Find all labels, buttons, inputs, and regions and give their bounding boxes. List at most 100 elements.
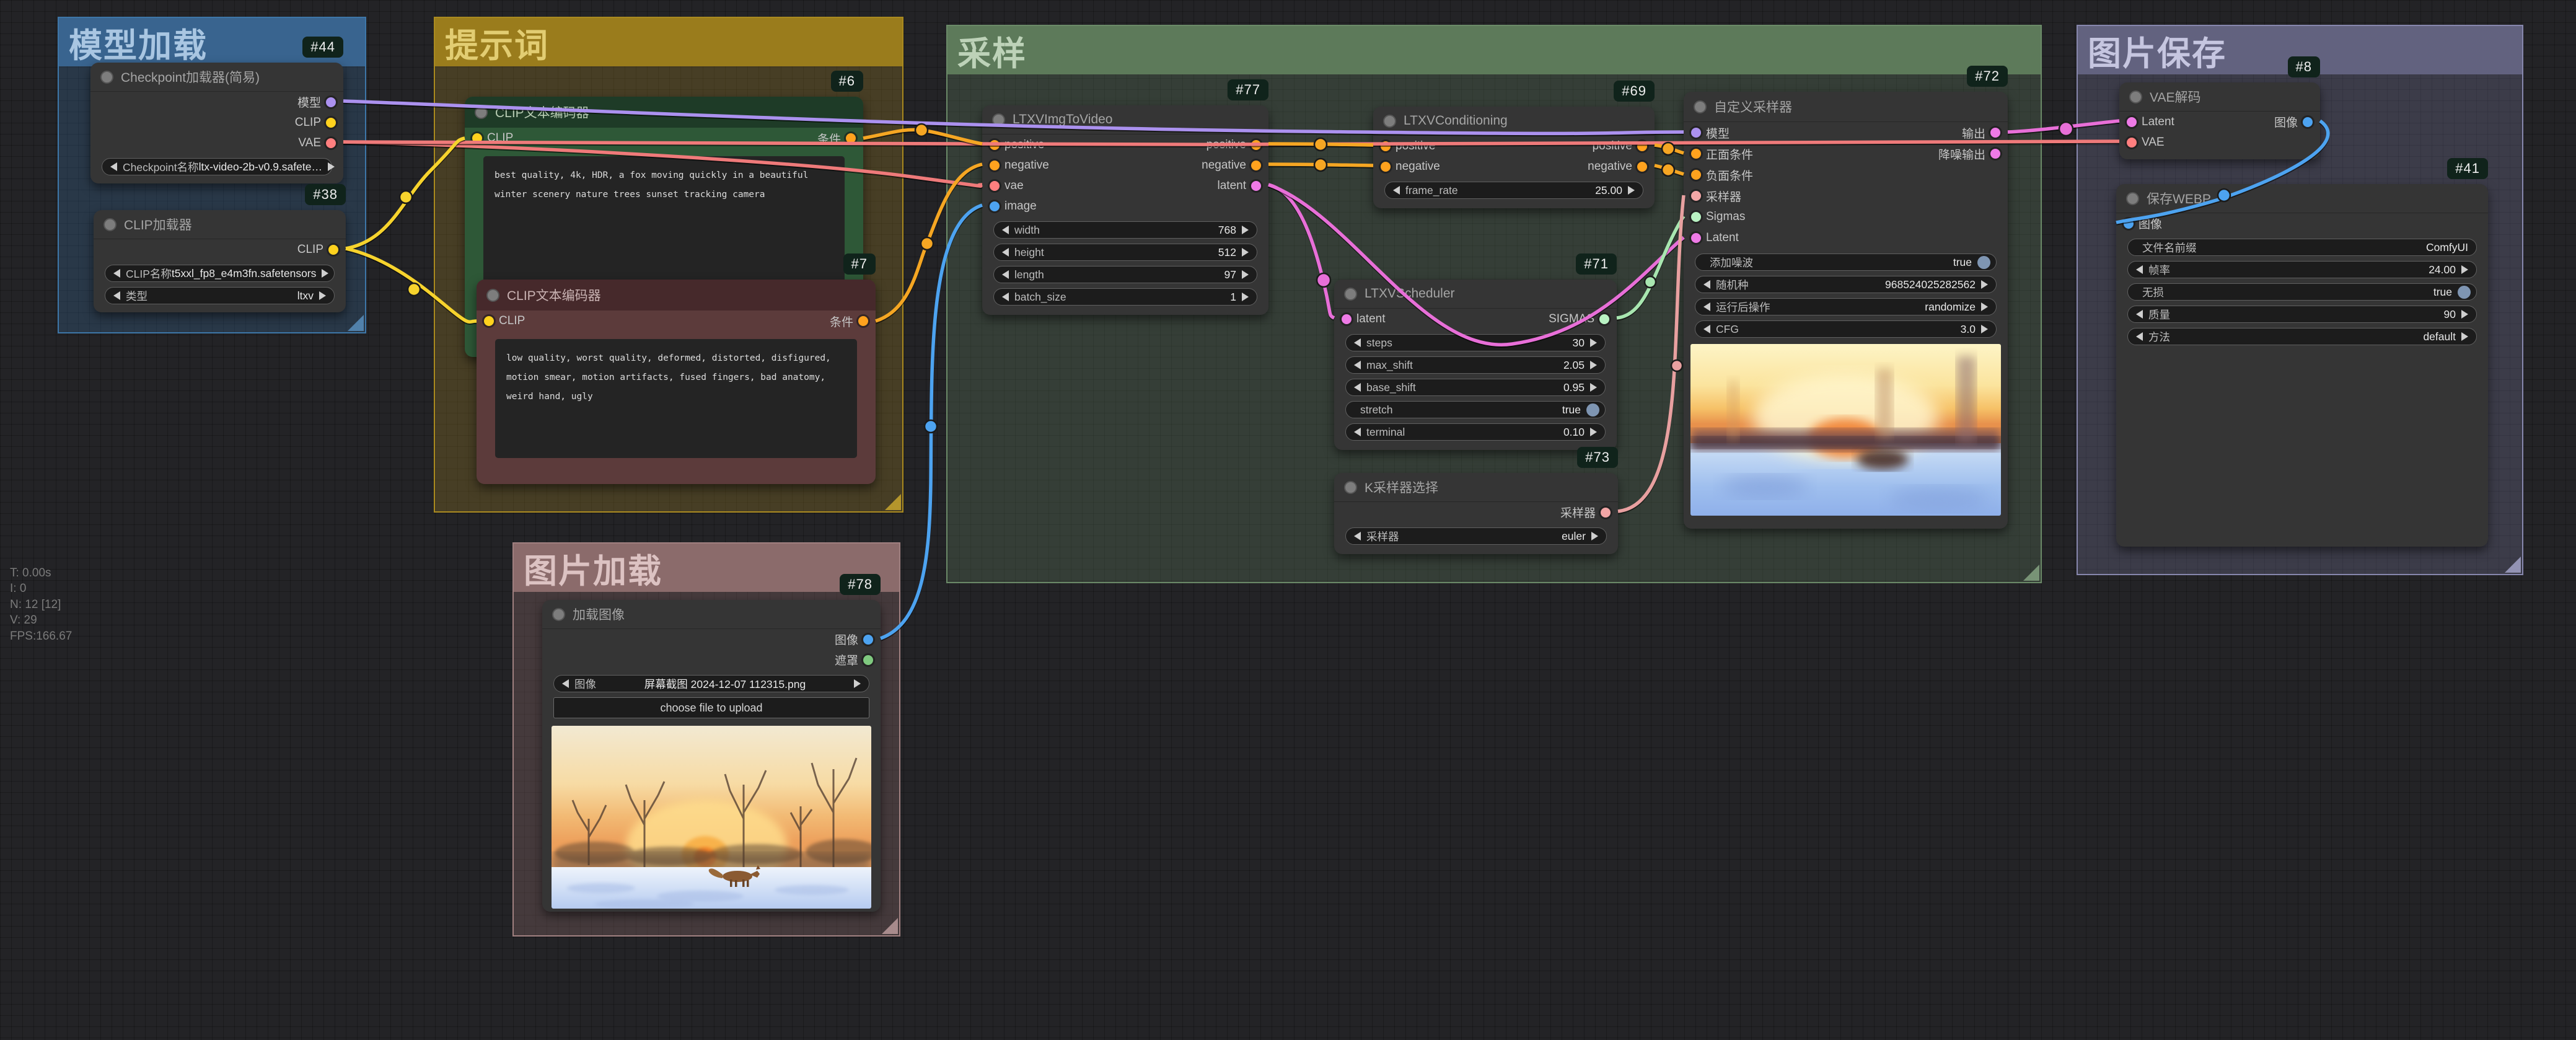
prev-arrow-icon[interactable] <box>113 291 120 300</box>
checkpoint-name-combo[interactable]: Checkpoint名称 ltx-video-2b-v0.9.safete… <box>102 158 332 175</box>
input-socket-positive-cond[interactable] <box>1691 149 1701 159</box>
prev-arrow-icon[interactable] <box>113 269 120 278</box>
node-clip-text-encode-negative[interactable]: #7 CLIP文本编码器 CLIP 条件 low quality, worst … <box>477 280 876 484</box>
group-prompt-header[interactable]: 提示词 <box>435 18 902 66</box>
output-socket-sampler[interactable] <box>1601 508 1611 518</box>
input-socket-model[interactable] <box>1691 128 1701 138</box>
next-arrow-icon[interactable] <box>1242 248 1249 257</box>
collapse-dot-icon[interactable] <box>100 71 113 84</box>
node-ltxv-conditioning[interactable]: #69 LTXVConditioning positive positive n… <box>1373 107 1655 208</box>
prev-arrow-icon[interactable] <box>1354 532 1361 540</box>
prev-arrow-icon[interactable] <box>1354 338 1361 347</box>
group-resize-handle[interactable] <box>348 315 364 331</box>
terminal-stepper[interactable]: terminal 0.10 <box>1345 423 1606 441</box>
input-socket-sigmas[interactable] <box>1691 212 1701 222</box>
length-stepper[interactable]: length 97 <box>993 266 1257 283</box>
output-socket-negative[interactable] <box>1637 162 1647 172</box>
input-socket-image[interactable] <box>2124 219 2134 229</box>
next-arrow-icon[interactable] <box>1591 532 1598 540</box>
collapse-dot-icon[interactable] <box>486 289 499 302</box>
collapse-dot-icon[interactable] <box>1694 100 1707 113</box>
control-after-generate-combo[interactable]: 运行后操作 randomize <box>1695 298 1997 315</box>
next-arrow-icon[interactable] <box>1590 383 1597 392</box>
node-title-bar[interactable]: VAE解码 <box>2119 82 2320 112</box>
node-load-image[interactable]: #78 加载图像 图像 遮罩 图像 屏幕截图 2024-12-07 112315… <box>542 600 881 912</box>
node-title-bar[interactable]: K采样器选择 <box>1334 473 1618 502</box>
next-arrow-icon[interactable] <box>2461 265 2468 274</box>
output-socket-mask[interactable] <box>863 655 873 665</box>
node-title-bar[interactable]: Checkpoint加载器(简易) <box>90 63 343 92</box>
collapse-dot-icon[interactable] <box>1383 115 1396 128</box>
node-ltxv-img-to-video[interactable]: #77 LTXVImgToVideo positive positive neg… <box>982 105 1268 315</box>
output-socket-latent[interactable] <box>1251 181 1261 191</box>
output-socket-sigmas[interactable] <box>1599 314 1609 324</box>
group-resize-handle[interactable] <box>885 494 901 510</box>
node-title-bar[interactable]: 加载图像 <box>542 600 881 629</box>
collapse-dot-icon[interactable] <box>992 113 1005 126</box>
input-socket-negative[interactable] <box>990 161 1000 170</box>
group-resize-handle[interactable] <box>2023 565 2039 581</box>
link-dot[interactable] <box>400 191 412 203</box>
node-graph-canvas[interactable]: 模型加载 提示词 采样 图片保存 图片加载 #44 Checkpoint加载器(… <box>0 0 2576 1040</box>
node-title-bar[interactable]: LTXVImgToVideo <box>982 105 1268 134</box>
batch-size-stepper[interactable]: batch_size 1 <box>993 288 1257 306</box>
input-socket-negative[interactable] <box>1381 162 1391 172</box>
max-shift-stepper[interactable]: max_shift 2.05 <box>1345 356 1606 374</box>
input-socket-positive[interactable] <box>990 140 1000 150</box>
collapse-dot-icon[interactable] <box>475 106 488 119</box>
prev-arrow-icon[interactable] <box>2136 265 2143 274</box>
next-arrow-icon[interactable] <box>1590 428 1597 436</box>
method-combo[interactable]: 方法 default <box>2127 328 2477 345</box>
prev-arrow-icon[interactable] <box>2136 332 2143 341</box>
prev-arrow-icon[interactable] <box>1002 270 1009 279</box>
quality-stepper[interactable]: 质量 90 <box>2127 306 2477 323</box>
output-socket-output[interactable] <box>1990 128 2000 138</box>
node-ksampler-select[interactable]: #73 K采样器选择 采样器 采样器 euler <box>1334 473 1618 554</box>
next-arrow-icon[interactable] <box>1590 338 1597 347</box>
node-vae-decode[interactable]: #8 VAE解码 Latent 图像 VAE <box>2119 82 2320 159</box>
output-socket-clip[interactable] <box>326 118 336 128</box>
prev-arrow-icon[interactable] <box>110 162 117 171</box>
collapse-dot-icon[interactable] <box>1344 481 1357 494</box>
next-arrow-icon[interactable] <box>2461 332 2468 341</box>
next-arrow-icon[interactable] <box>328 162 335 171</box>
prev-arrow-icon[interactable] <box>1703 325 1710 333</box>
group-resize-handle[interactable] <box>2505 557 2521 573</box>
prev-arrow-icon[interactable] <box>1002 248 1009 257</box>
next-arrow-icon[interactable] <box>1981 302 1988 311</box>
prev-arrow-icon[interactable] <box>1002 293 1009 301</box>
toggle-knob-icon[interactable] <box>1586 403 1599 416</box>
input-socket-sampler[interactable] <box>1691 191 1701 201</box>
output-socket-denoised-output[interactable] <box>1990 149 2000 159</box>
next-arrow-icon[interactable] <box>1590 361 1597 369</box>
node-title-bar[interactable]: LTXVConditioning <box>1373 107 1655 136</box>
prev-arrow-icon[interactable] <box>1703 302 1710 311</box>
width-stepper[interactable]: width 768 <box>993 221 1257 239</box>
node-checkpoint-loader[interactable]: #44 Checkpoint加载器(简易) 模型 CLIP VAE Checkp… <box>90 63 343 183</box>
steps-stepper[interactable]: steps 30 <box>1345 334 1606 351</box>
prev-arrow-icon[interactable] <box>1703 280 1710 289</box>
collapse-dot-icon[interactable] <box>2129 90 2142 104</box>
input-socket-negative-cond[interactable] <box>1691 170 1701 180</box>
input-socket-positive[interactable] <box>1381 141 1391 151</box>
prev-arrow-icon[interactable] <box>1354 361 1361 369</box>
next-arrow-icon[interactable] <box>1242 293 1249 301</box>
node-title-bar[interactable]: 保存WEBP <box>2116 184 2488 213</box>
prompt-textarea[interactable]: low quality, worst quality, deformed, di… <box>495 339 857 458</box>
seed-stepper[interactable]: 随机种 968524025282562 <box>1695 276 1997 293</box>
next-arrow-icon[interactable] <box>2461 310 2468 319</box>
node-custom-sampler[interactable]: #72 自定义采样器 模型 输出 正面条件 降噪输出 负面条件 采样器 Sigm… <box>1684 92 2008 529</box>
image-file-combo[interactable]: 图像 屏幕截图 2024-12-07 112315.png <box>553 675 869 692</box>
output-socket-model[interactable] <box>326 97 336 107</box>
link-dot[interactable] <box>915 124 928 136</box>
base-shift-stepper[interactable]: base_shift 0.95 <box>1345 379 1606 396</box>
output-socket-image[interactable] <box>2303 117 2313 127</box>
node-title-bar[interactable]: 自定义采样器 <box>1684 92 2008 122</box>
link-dot[interactable] <box>925 420 937 433</box>
group-sampling-header[interactable]: 采样 <box>947 26 2041 74</box>
input-socket-clip[interactable] <box>472 133 482 143</box>
toggle-knob-icon[interactable] <box>1977 256 1990 269</box>
prev-arrow-icon[interactable] <box>1002 226 1009 234</box>
output-socket-vae[interactable] <box>326 138 336 148</box>
lossless-toggle[interactable]: 无损 true <box>2127 283 2477 301</box>
